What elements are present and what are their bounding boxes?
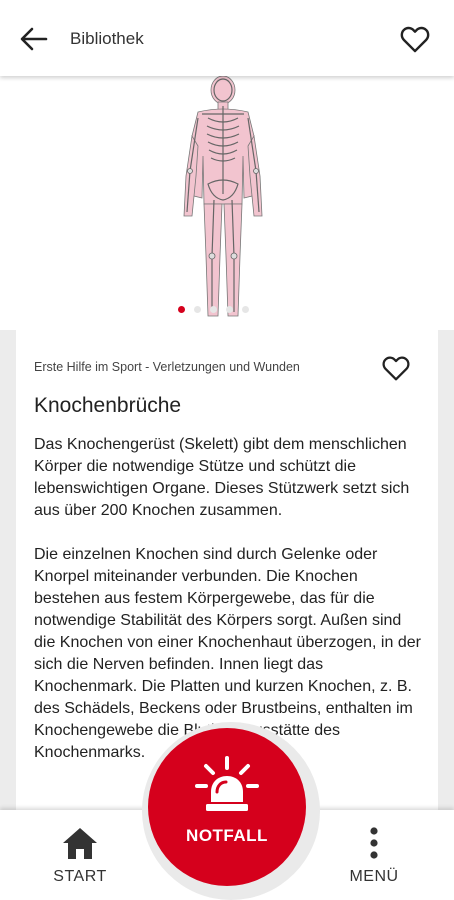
image-gallery[interactable] — [0, 76, 454, 330]
favorite-button[interactable] — [398, 22, 432, 56]
side-gutter-right — [438, 330, 454, 810]
heart-outline-icon — [382, 356, 410, 381]
home-icon — [63, 828, 97, 859]
nav-menu[interactable]: MENÜ — [314, 810, 434, 900]
article-category: Erste Hilfe im Sport - Verletzungen und … — [34, 360, 300, 374]
arrow-left-icon — [20, 27, 48, 51]
more-vertical-icon — [370, 827, 378, 859]
header-title: Bibliothek — [70, 29, 144, 48]
article-title: Knochenbrüche — [34, 394, 182, 417]
nav-start-label: START — [53, 868, 107, 885]
article-paragraph: Das Knochengerüst (Skelett) gibt dem men… — [34, 436, 410, 519]
alarm-siren-icon — [195, 756, 259, 811]
pagination-dot[interactable] — [194, 306, 201, 313]
emergency-button-label: NOTFALL — [186, 826, 268, 845]
heart-outline-icon — [400, 26, 430, 53]
article-favorite-button[interactable] — [380, 352, 412, 384]
back-button[interactable] — [16, 22, 52, 56]
app-header: Bibliothek — [0, 0, 454, 76]
pagination-dot[interactable] — [210, 306, 217, 313]
pagination-dot[interactable] — [226, 306, 233, 313]
emergency-button[interactable]: NOTFALL — [148, 728, 306, 886]
gallery-pagination — [178, 306, 249, 313]
pagination-dot[interactable] — [178, 306, 185, 313]
nav-menu-label: MENÜ — [349, 868, 399, 885]
skeleton-illustration — [183, 76, 263, 317]
pagination-dot[interactable] — [242, 306, 249, 313]
nav-start[interactable]: START — [20, 810, 140, 900]
side-gutter-left — [0, 330, 16, 810]
